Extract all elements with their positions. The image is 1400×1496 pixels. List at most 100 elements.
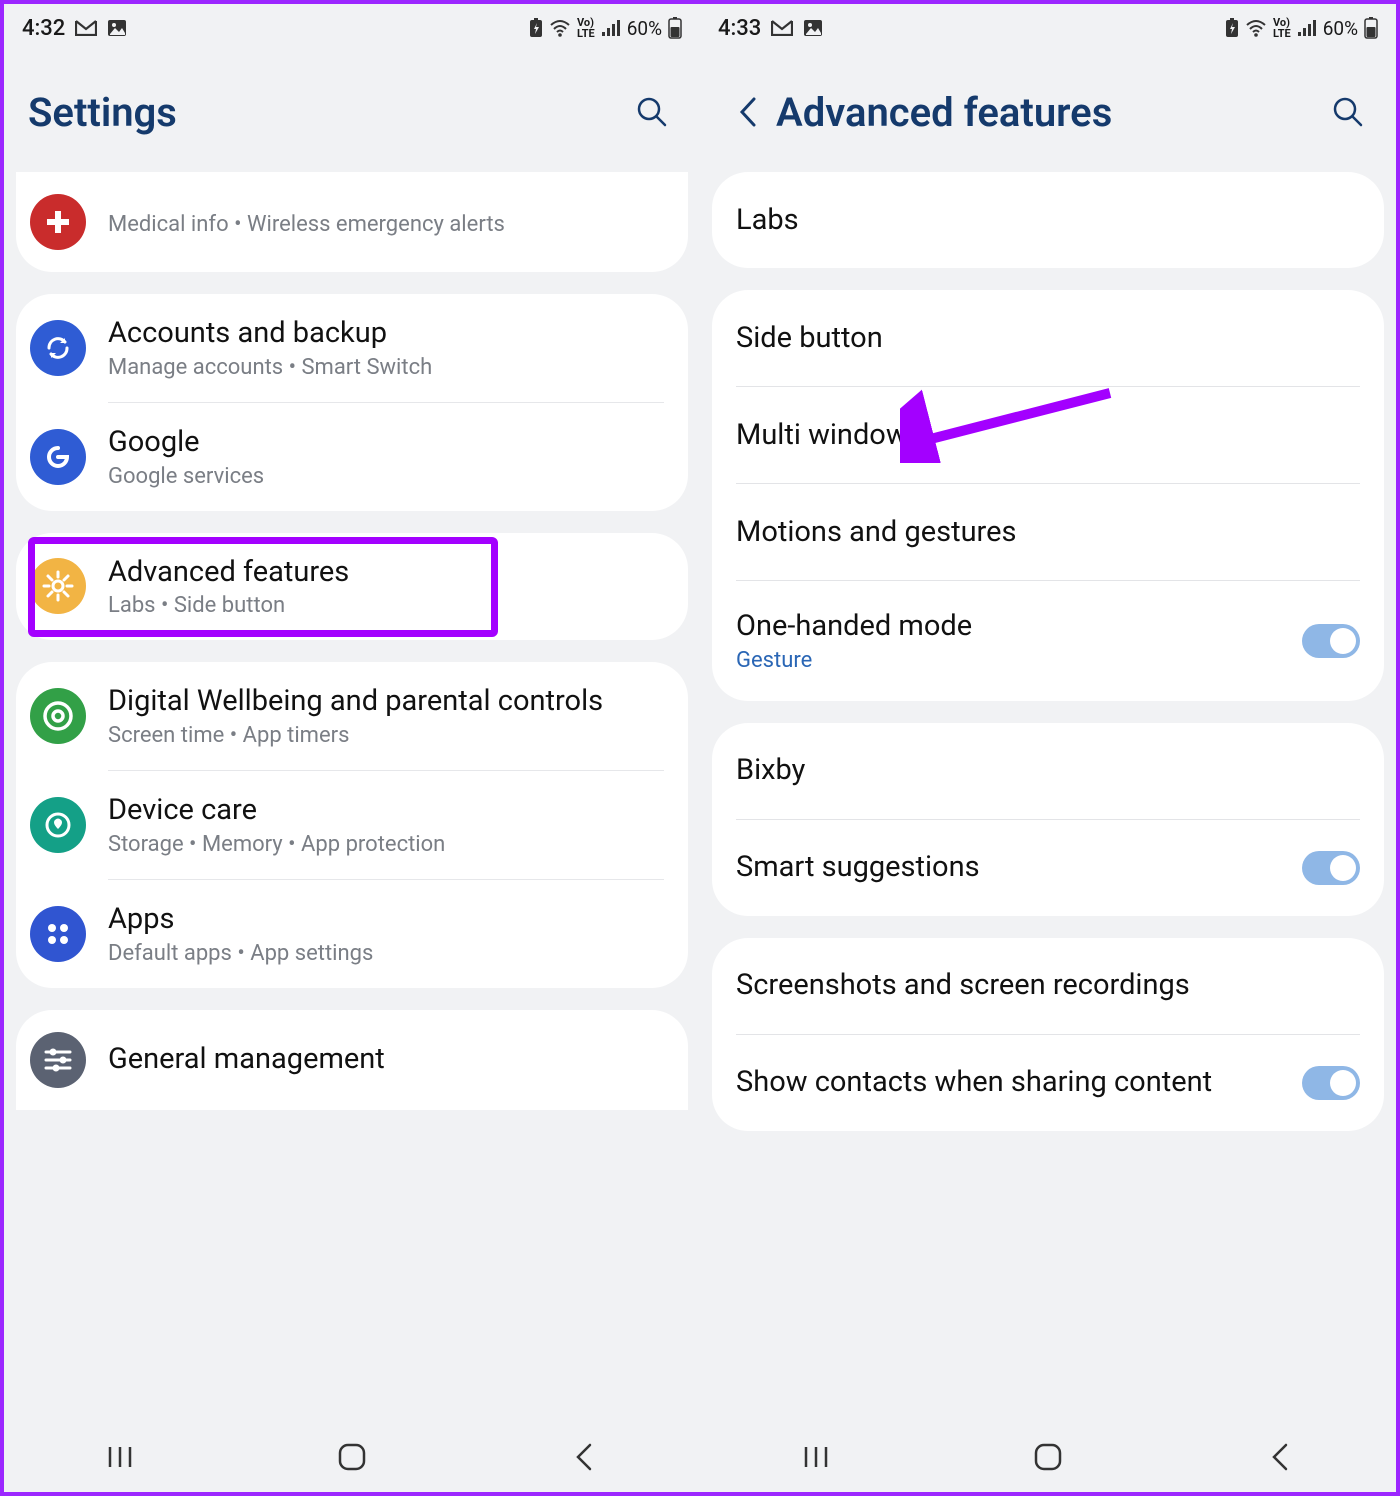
toggle-switch[interactable] <box>1302 851 1360 885</box>
phone-left: 4:32 Vo)LTE 60% Settings Medical info • … <box>4 4 700 1492</box>
volte-icon: Vo)LTE <box>577 17 595 39</box>
settings-group: General management <box>16 1010 688 1110</box>
settings-group: Digital Wellbeing and parental controls S… <box>16 662 688 987</box>
wellbeing-icon <box>30 688 86 744</box>
phone-right: 4:33 Vo)LTE 60% Advanced features Labs Si… <box>700 4 1396 1492</box>
nav-recents[interactable] <box>786 1437 846 1477</box>
feature-item[interactable]: Labs <box>712 172 1384 268</box>
advanced-features-list[interactable]: Labs Side button Multi window Motions and g… <box>700 172 1396 1422</box>
battery-percent: 60% <box>1323 17 1358 40</box>
gear-icon <box>30 558 86 614</box>
features-group: Bixby Smart suggestions <box>712 723 1384 916</box>
sync-icon <box>30 320 86 376</box>
nav-home[interactable] <box>322 1437 382 1477</box>
devicecare-icon <box>30 797 86 853</box>
item-title: General management <box>108 1042 664 1077</box>
settings-item[interactable]: Accounts and backup Manage accounts • Sma… <box>16 294 688 402</box>
battery-saver-icon <box>529 18 543 38</box>
nav-home[interactable] <box>1018 1437 1078 1477</box>
item-title: Bixby <box>736 753 1360 788</box>
item-title: Motions and gestures <box>736 515 1360 550</box>
features-group: Screenshots and screen recordings Show co… <box>712 938 1384 1131</box>
settings-item[interactable]: Device care Storage • Memory • App protec… <box>16 771 688 879</box>
settings-item[interactable]: Google Google services <box>16 403 688 511</box>
header: Settings <box>4 52 700 172</box>
settings-item[interactable]: Digital Wellbeing and parental controls S… <box>16 662 688 770</box>
battery-icon <box>1364 17 1378 39</box>
settings-item[interactable]: Apps Default apps • App settings <box>16 880 688 988</box>
image-icon <box>803 19 823 37</box>
item-title: One-handed mode <box>736 609 1290 644</box>
settings-item[interactable]: General management <box>16 1010 688 1110</box>
status-bar: 4:33 Vo)LTE 60% <box>700 4 1396 52</box>
features-group: Labs <box>712 172 1384 268</box>
signal-icon <box>601 20 621 36</box>
medical-icon <box>30 194 86 250</box>
feature-item[interactable]: One-handed mode Gesture <box>712 581 1384 701</box>
item-subtitle: Screen time • App timers <box>108 723 664 748</box>
header: Advanced features <box>700 52 1396 172</box>
volte-icon: Vo)LTE <box>1273 17 1291 39</box>
google-icon <box>30 429 86 485</box>
nav-back[interactable] <box>1250 1437 1310 1477</box>
item-title: Labs <box>736 203 1360 238</box>
page-title: Advanced features <box>776 89 1324 136</box>
item-subtitle: Labs • Side button <box>108 593 664 618</box>
item-subtitle: Manage accounts • Smart Switch <box>108 355 664 380</box>
settings-group: Accounts and backup Manage accounts • Sma… <box>16 294 688 511</box>
settings-item[interactable]: Medical info • Wireless emergency alerts <box>16 172 688 272</box>
feature-item[interactable]: Multi window <box>712 387 1384 483</box>
settings-group: Medical info • Wireless emergency alerts <box>16 172 688 272</box>
item-title: Screenshots and screen recordings <box>736 968 1360 1003</box>
nav-bar <box>700 1422 1396 1492</box>
item-subtitle: Google services <box>108 464 664 489</box>
item-subtitle: Default apps • App settings <box>108 941 664 966</box>
nav-bar <box>4 1422 700 1492</box>
settings-item[interactable]: Advanced features Labs • Side button <box>16 533 688 641</box>
status-bar: 4:32 Vo)LTE 60% <box>4 4 700 52</box>
feature-item[interactable]: Show contacts when sharing content <box>712 1035 1384 1131</box>
image-icon <box>107 19 127 37</box>
signal-icon <box>1297 20 1317 36</box>
item-title: Smart suggestions <box>736 850 1290 885</box>
item-subtitle: Medical info • Wireless emergency alerts <box>108 212 664 237</box>
item-title: Show contacts when sharing content <box>736 1065 1290 1100</box>
item-title: Digital Wellbeing and parental controls <box>108 684 664 719</box>
item-subtitle: Gesture <box>736 648 1290 673</box>
status-time: 4:32 <box>22 16 65 41</box>
settings-group: Advanced features Labs • Side button <box>16 533 688 641</box>
wifi-icon <box>549 19 571 37</box>
page-title: Settings <box>28 89 628 136</box>
status-time: 4:33 <box>718 16 761 41</box>
apps-icon <box>30 906 86 962</box>
item-title: Multi window <box>736 418 1360 453</box>
feature-item[interactable]: Side button <box>712 290 1384 386</box>
search-button[interactable] <box>1324 88 1372 136</box>
item-title: Advanced features <box>108 555 664 590</box>
feature-item[interactable]: Bixby <box>712 723 1384 819</box>
wifi-icon <box>1245 19 1267 37</box>
gmail-icon <box>75 20 97 36</box>
battery-icon <box>668 17 682 39</box>
feature-item[interactable]: Screenshots and screen recordings <box>712 938 1384 1034</box>
battery-percent: 60% <box>627 17 662 40</box>
sliders-icon <box>30 1032 86 1088</box>
settings-list[interactable]: Medical info • Wireless emergency alerts… <box>4 172 700 1422</box>
search-button[interactable] <box>628 88 676 136</box>
item-title: Accounts and backup <box>108 316 664 351</box>
item-title: Google <box>108 425 664 460</box>
item-title: Device care <box>108 793 664 828</box>
nav-back[interactable] <box>554 1437 614 1477</box>
feature-item[interactable]: Motions and gestures <box>712 484 1384 580</box>
gmail-icon <box>771 20 793 36</box>
back-button[interactable] <box>724 88 772 136</box>
toggle-switch[interactable] <box>1302 1066 1360 1100</box>
item-title: Apps <box>108 902 664 937</box>
feature-item[interactable]: Smart suggestions <box>712 820 1384 916</box>
features-group: Side button Multi window Motions and gestu… <box>712 290 1384 701</box>
battery-saver-icon <box>1225 18 1239 38</box>
nav-recents[interactable] <box>90 1437 150 1477</box>
toggle-switch[interactable] <box>1302 624 1360 658</box>
item-title: Side button <box>736 321 1360 356</box>
item-subtitle: Storage • Memory • App protection <box>108 832 664 857</box>
